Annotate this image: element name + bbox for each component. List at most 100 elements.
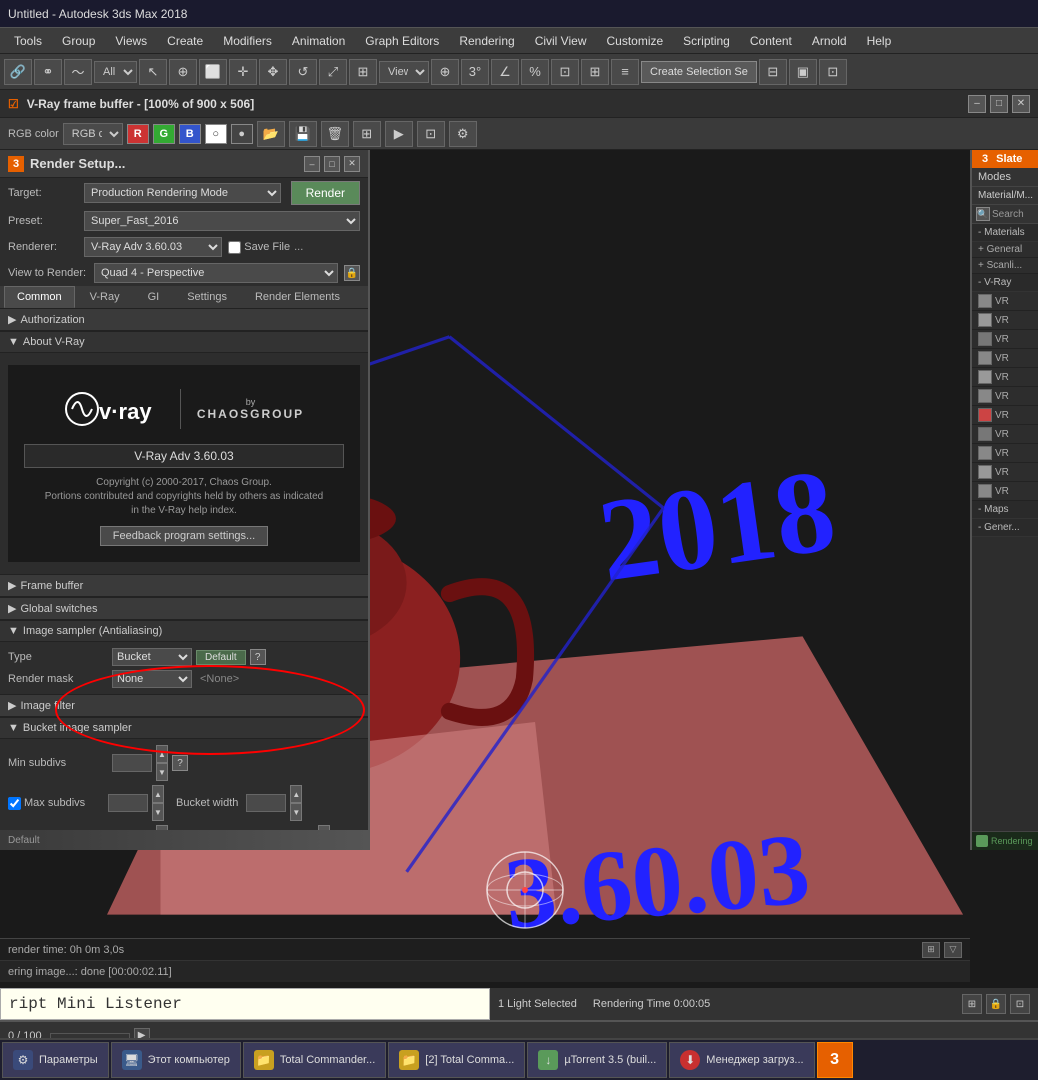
taskbar-params[interactable]: ⚙ Параметры	[2, 1042, 109, 1078]
snap-btn[interactable]: 3°	[461, 59, 489, 85]
move-btn[interactable]: ✥	[259, 59, 287, 85]
select-btn[interactable]: ↖	[139, 59, 167, 85]
vr-item-3[interactable]: VR	[972, 330, 1038, 349]
rotate-btn[interactable]: ↺	[289, 59, 317, 85]
taskbar-3ds[interactable]: 3	[817, 1042, 853, 1078]
max-up-btn[interactable]: ▲	[152, 785, 164, 803]
layer-btn[interactable]: ≡	[611, 59, 639, 85]
menu-content[interactable]: Content	[740, 28, 802, 53]
clear-btn[interactable]: 🗑	[321, 121, 349, 147]
panel-max-btn[interactable]: □	[324, 156, 340, 172]
scale-btn[interactable]: ⤢	[319, 59, 347, 85]
authorization-header[interactable]: ▶ Authorization	[0, 309, 368, 331]
green-channel-btn[interactable]: G	[153, 124, 175, 144]
min-up-btn[interactable]: ▲	[156, 745, 168, 763]
view-to-render-select[interactable]: Quad 4 - Perspective	[94, 263, 338, 283]
max-subdivs-checkbox[interactable]	[8, 797, 21, 810]
vr-item-4[interactable]: VR	[972, 349, 1038, 368]
menu-arnold[interactable]: Arnold	[802, 28, 857, 53]
select2-btn[interactable]: ⊕	[169, 59, 197, 85]
render-button[interactable]: Render	[291, 181, 360, 205]
scanline-item[interactable]: + Scanli...	[972, 258, 1038, 274]
taskbar-tc1[interactable]: 📁 Total Commander...	[243, 1042, 386, 1078]
menu-group[interactable]: Group	[52, 28, 105, 53]
save-btn[interactable]: 💾	[289, 121, 317, 147]
clone-btn[interactable]: ⊡	[417, 121, 445, 147]
expand-btn[interactable]: ⊞	[922, 942, 940, 958]
menu-scripting[interactable]: Scripting	[673, 28, 740, 53]
search-icon[interactable]: 🔍	[976, 207, 990, 221]
min-subdivs-input[interactable]: 2	[112, 754, 152, 772]
vr-item-10[interactable]: VR	[972, 463, 1038, 482]
taskbar-utorrent[interactable]: ↓ µTorrent 3.5 (buil...	[527, 1042, 667, 1078]
type-select[interactable]: Bucket	[112, 648, 192, 666]
center-btn[interactable]: ⊕	[431, 59, 459, 85]
menu-tools[interactable]: Tools	[4, 28, 52, 53]
status-icon-1[interactable]: ⊞	[962, 994, 982, 1014]
transform-btn[interactable]: ⊞	[349, 59, 377, 85]
close-btn[interactable]: ✕	[1012, 95, 1030, 113]
menu-rendering[interactable]: Rendering	[449, 28, 524, 53]
link2-btn[interactable]: ⚭	[34, 59, 62, 85]
renderer-select[interactable]: V-Ray Adv 3.60.03	[84, 237, 222, 257]
vr-item-2[interactable]: VR	[972, 311, 1038, 330]
preset-select[interactable]: Super_Fast_2016	[84, 211, 360, 231]
taskbar-downloader[interactable]: ⬇ Менеджер загруз...	[669, 1042, 814, 1078]
frame-buffer-header[interactable]: ▶ Frame buffer	[0, 575, 368, 597]
taskbar-computer[interactable]: 🖥 Этот компьютер	[111, 1042, 241, 1078]
link-btn[interactable]: 🔗	[4, 59, 32, 85]
extra-btn3[interactable]: ⊡	[819, 59, 847, 85]
maximize-btn[interactable]: □	[990, 95, 1008, 113]
default-btn[interactable]: Default	[196, 650, 246, 665]
vr-item-6[interactable]: VR	[972, 387, 1038, 406]
angle-btn[interactable]: ∠	[491, 59, 519, 85]
panel-min-btn[interactable]: –	[304, 156, 320, 172]
render-mask-select[interactable]: None	[112, 670, 192, 688]
save-file-checkbox[interactable]	[228, 241, 241, 254]
vr-item-9[interactable]: VR	[972, 444, 1038, 463]
menu-views[interactable]: Views	[105, 28, 157, 53]
tab-vray[interactable]: V-Ray	[77, 286, 133, 308]
bucket-sampler-header[interactable]: ▼ Bucket image sampler	[0, 718, 368, 739]
align-btn[interactable]: ⊞	[581, 59, 609, 85]
vr-item-1[interactable]: VR	[972, 292, 1038, 311]
view-select[interactable]: View	[379, 61, 429, 83]
bucket-width-input[interactable]: 32,0	[246, 794, 286, 812]
extra-btn1[interactable]: ⊟	[759, 59, 787, 85]
track-btn[interactable]: ⊞	[353, 121, 381, 147]
status-icon-3[interactable]: ⊡	[1010, 994, 1030, 1014]
menu-graph-editors[interactable]: Graph Editors	[355, 28, 449, 53]
menu-animation[interactable]: Animation	[282, 28, 355, 53]
max-subdivs-input[interactable]: 5	[108, 794, 148, 812]
menu-create[interactable]: Create	[157, 28, 213, 53]
max-down-btn[interactable]: ▼	[152, 803, 164, 821]
bw-up-btn[interactable]: ▲	[290, 785, 302, 803]
tab-settings[interactable]: Settings	[174, 286, 240, 308]
mirror-btn[interactable]: ⊡	[551, 59, 579, 85]
global-switches-header[interactable]: ▶ Global switches	[0, 598, 368, 620]
filter-select[interactable]: All	[94, 61, 137, 83]
menu-modifiers[interactable]: Modifiers	[213, 28, 282, 53]
white-bal-btn[interactable]: ○	[205, 124, 227, 144]
color-mode-select[interactable]: RGB color	[63, 123, 123, 145]
target-select[interactable]: Production Rendering Mode	[84, 183, 281, 203]
pct-btn[interactable]: %	[521, 59, 549, 85]
gray-btn[interactable]: ●	[231, 124, 253, 144]
image-sampler-header[interactable]: ▼ Image sampler (Antialiasing)	[0, 621, 368, 642]
min-help-btn[interactable]: ?	[172, 755, 188, 771]
status-icon-2[interactable]: 🔒	[986, 994, 1006, 1014]
bw-down-btn[interactable]: ▼	[290, 803, 302, 821]
minimize-btn[interactable]: –	[968, 95, 986, 113]
settings2-btn[interactable]: ⚙	[449, 121, 477, 147]
min-down-btn[interactable]: ▼	[156, 763, 168, 781]
feedback-btn[interactable]: Feedback program settings...	[100, 526, 268, 546]
tab-common[interactable]: Common	[4, 286, 75, 308]
menu-help[interactable]: Help	[857, 28, 902, 53]
type-help-btn[interactable]: ?	[250, 649, 266, 665]
expand2-btn[interactable]: ▽	[944, 942, 962, 958]
menu-civil-view[interactable]: Civil View	[525, 28, 597, 53]
tab-gi[interactable]: GI	[135, 286, 173, 308]
vr-item-7[interactable]: VR	[972, 406, 1038, 425]
lasso-btn[interactable]: 〜	[64, 59, 92, 85]
panel-close-btn[interactable]: ✕	[344, 156, 360, 172]
